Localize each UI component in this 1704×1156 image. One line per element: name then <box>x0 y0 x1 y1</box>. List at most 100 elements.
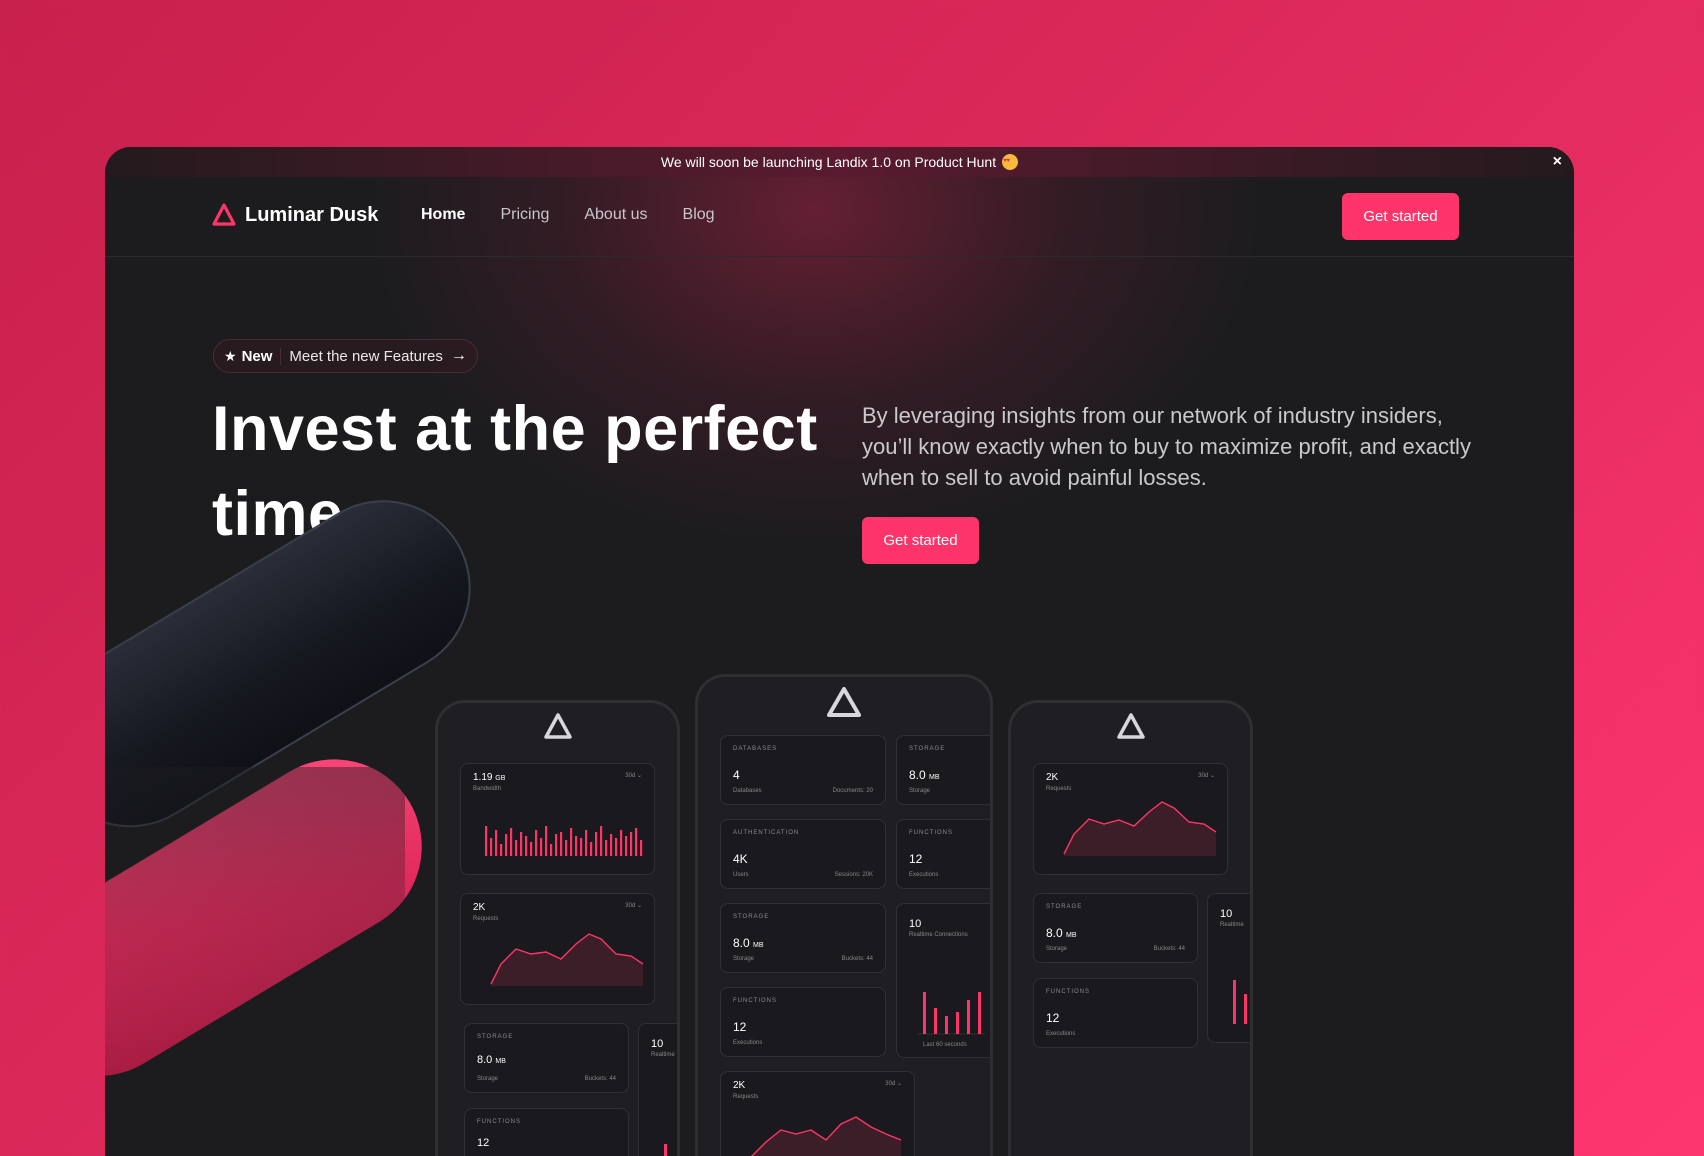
star-struck-emoji-icon <box>1002 147 1019 176</box>
functions-value: 12 <box>733 1020 747 1034</box>
bandwidth-bar <box>640 840 643 856</box>
triangle-logo-icon <box>1116 713 1145 739</box>
bandwidth-bar <box>510 828 513 856</box>
storage-label: Storage <box>477 1076 499 1082</box>
bandwidth-bar <box>585 830 588 856</box>
storage-title: STORAGE <box>477 1034 514 1040</box>
functions-title: FUNCTIONS <box>733 998 777 1004</box>
storage-card-2: STORAGE 8.0 MB Storage Buckets: 44 <box>720 903 886 973</box>
realtime-bar-chart <box>1233 980 1247 1024</box>
bandwidth-bar <box>615 838 618 856</box>
bandwidth-bar <box>575 836 578 856</box>
realtime-card: 10 Realtime <box>638 1023 677 1156</box>
databases-extra: Documents: 20 <box>832 788 873 794</box>
bandwidth-bar <box>515 840 518 856</box>
bandwidth-bar <box>605 840 608 856</box>
realtime-bar-chart <box>917 992 985 1035</box>
functions-card-2: FUNCTIONS 12 Executions <box>720 987 886 1057</box>
realtime-card: 10 Realtime <box>1207 893 1250 1043</box>
realtime-connections-card: 10 Realtime Connections Last 60 seconds <box>896 903 990 1058</box>
close-announcement-button[interactable]: × <box>1553 147 1562 177</box>
arrow-right-icon: → <box>450 347 467 364</box>
storage-title: STORAGE <box>909 746 946 752</box>
storage-card: STORAGE 8.0 MB Storage Buckets: 44 <box>464 1023 629 1093</box>
star-icon: ★ <box>224 347 237 364</box>
databases-label: Databases <box>733 788 762 794</box>
storage-value: 8.0 MB <box>1046 926 1077 940</box>
badge-text: Meet the new Features <box>289 347 443 365</box>
badge-new-label: New <box>242 347 282 365</box>
triangle-logo-icon <box>543 713 572 739</box>
announcement-text: We will soon be launching Landix 1.0 on … <box>660 154 997 170</box>
bandwidth-bar <box>520 832 523 856</box>
functions-title: FUNCTIONS <box>909 830 953 836</box>
functions-title: FUNCTIONS <box>1046 989 1090 995</box>
nav-link-home[interactable]: Home <box>421 206 465 224</box>
nav-link-about-us[interactable]: About us <box>584 206 647 224</box>
hero-get-started-button[interactable]: Get started <box>862 517 979 564</box>
requests-area-chart <box>751 1116 902 1156</box>
storage-value: 8.0 MB <box>733 936 764 950</box>
storage-title: STORAGE <box>733 914 770 920</box>
storage-label: Storage <box>1046 946 1068 952</box>
new-features-badge[interactable]: ★ New Meet the new Features → <box>213 339 478 373</box>
bandwidth-bar <box>625 836 628 856</box>
nav-get-started-button[interactable]: Get started <box>1342 193 1459 240</box>
browser-window: We will soon be launching Landix 1.0 on … <box>105 147 1574 1156</box>
announcement-bar: We will soon be launching Landix 1.0 on … <box>105 147 1574 177</box>
bandwidth-bar <box>555 834 558 856</box>
bandwidth-bar <box>580 838 583 856</box>
brand[interactable]: Luminar Dusk <box>212 203 378 227</box>
functions-value: 12 <box>477 1137 490 1149</box>
nav-link-pricing[interactable]: Pricing <box>500 206 549 224</box>
storage-title: STORAGE <box>1046 904 1083 910</box>
functions-label: Executions <box>1046 1031 1076 1037</box>
requests-card: 2K Requests 30d ⌄ <box>720 1071 915 1156</box>
triangle-logo-icon <box>827 687 861 717</box>
functions-card: FUNCTIONS 12 <box>464 1108 629 1156</box>
auth-extra: Sessions: 20K <box>834 872 873 878</box>
bandwidth-bar-chart <box>485 826 643 856</box>
functions-card-1: FUNCTIONS 12 Executions <box>896 819 990 889</box>
functions-title: FUNCTIONS <box>477 1119 521 1125</box>
databases-card: DATABASES 4 Databases Documents: 20 <box>720 735 886 805</box>
requests-card: 2K Requests 30d ⌄ <box>460 893 655 1005</box>
bandwidth-bar <box>540 838 543 856</box>
storage-label: Storage <box>733 956 755 962</box>
storage-extra: Buckets: 44 <box>841 956 873 962</box>
phone-mockup-center: DATABASES 4 Databases Documents: 20 STOR… <box>695 674 993 1156</box>
auth-label: Users <box>733 872 749 878</box>
bandwidth-bar <box>620 830 623 856</box>
auth-title: AUTHENTICATION <box>733 830 800 836</box>
decorative-fade <box>105 767 405 1067</box>
requests-card: 2K Requests 30d ⌄ <box>1033 763 1228 875</box>
storage-label: Storage <box>909 788 931 794</box>
storage-extra: Buckets: 44 <box>584 1076 616 1082</box>
functions-label: Executions <box>733 1040 763 1046</box>
brand-name: Luminar Dusk <box>245 203 379 226</box>
functions-value: 12 <box>909 852 923 866</box>
storage-card: STORAGE 8.0 MB Storage Buckets: 44 <box>1033 893 1198 963</box>
authentication-card: AUTHENTICATION 4K Users Sessions: 20K <box>720 819 886 889</box>
requests-area-chart <box>490 933 644 986</box>
bandwidth-card: 1.19 GB Bandwidth 30d ⌄ <box>460 763 655 875</box>
storage-value: 8.0 MB <box>909 768 940 782</box>
storage-card-1: STORAGE 8.0 MB Storage <box>896 735 990 805</box>
bandwidth-bar <box>570 828 573 856</box>
functions-value: 12 <box>1046 1011 1060 1025</box>
bandwidth-bar <box>535 830 538 856</box>
bandwidth-bar <box>600 826 603 856</box>
bandwidth-bar <box>565 840 568 856</box>
bandwidth-bar <box>635 828 638 856</box>
bandwidth-bar <box>530 842 533 856</box>
headline-text: Invest at the perfect time <box>212 394 818 549</box>
bandwidth-bar <box>490 838 493 856</box>
functions-card: FUNCTIONS 12 Executions <box>1033 978 1198 1048</box>
bandwidth-bar <box>560 832 563 856</box>
bandwidth-bar <box>495 830 498 856</box>
functions-label: Executions <box>909 872 939 878</box>
storage-extra: Buckets: 44 <box>1153 946 1185 952</box>
nav-link-blog[interactable]: Blog <box>683 206 715 224</box>
requests-area-chart <box>1063 801 1217 856</box>
bandwidth-bar <box>525 836 528 856</box>
